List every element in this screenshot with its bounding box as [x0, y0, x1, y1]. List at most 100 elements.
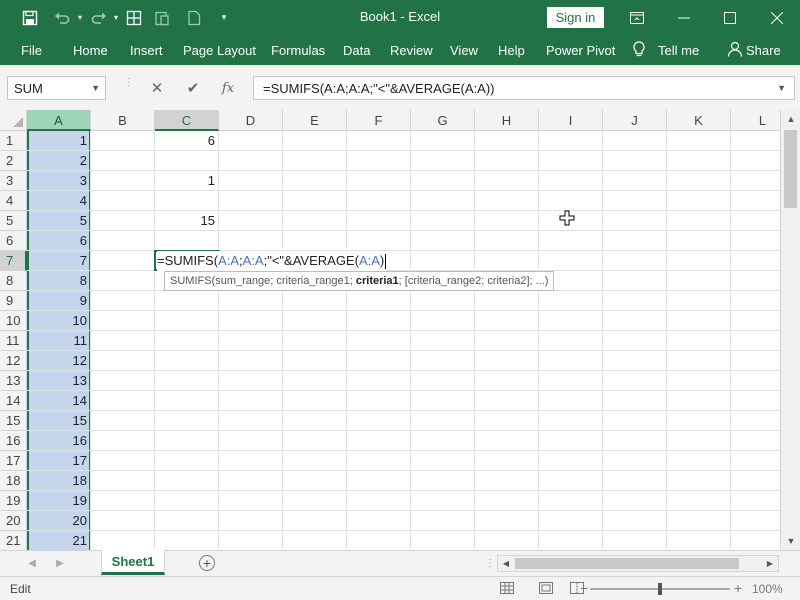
- close-icon[interactable]: [754, 0, 800, 35]
- row-header-3[interactable]: 3: [0, 171, 27, 191]
- column-header-f[interactable]: F: [347, 110, 411, 131]
- chevron-down-icon[interactable]: ▼: [91, 83, 100, 93]
- cell-a10[interactable]: 10: [29, 311, 87, 331]
- column-header-a[interactable]: A: [27, 110, 91, 131]
- cell-a15[interactable]: 15: [29, 411, 87, 431]
- row-header-18[interactable]: 18: [0, 471, 27, 491]
- tab-home[interactable]: Home: [73, 43, 108, 58]
- tab-split-handle[interactable]: ⋮: [485, 558, 495, 569]
- cell-a14[interactable]: 14: [29, 391, 87, 411]
- row-header-14[interactable]: 14: [0, 391, 27, 411]
- row-header-7[interactable]: 7: [0, 251, 27, 271]
- cell-a11[interactable]: 11: [29, 331, 88, 351]
- formula-input[interactable]: =SUMIFS(A:A;A:A;"<"&AVERAGE(A:A)) ▼: [253, 76, 795, 100]
- cancel-icon[interactable]: ✕: [145, 78, 169, 98]
- column-header-b[interactable]: B: [91, 110, 155, 131]
- select-all-corner[interactable]: [0, 110, 27, 131]
- tell-me-search[interactable]: Tell me: [658, 43, 699, 58]
- cell-a18[interactable]: 18: [29, 471, 87, 491]
- ribbon-display-options-icon[interactable]: [614, 0, 660, 35]
- column-header-g[interactable]: G: [411, 110, 475, 131]
- horizontal-scroll-thumb[interactable]: [515, 558, 739, 569]
- zoom-slider-knob[interactable]: [658, 583, 662, 595]
- save-icon[interactable]: [18, 0, 42, 35]
- tab-power-pivot[interactable]: Power Pivot: [546, 43, 615, 58]
- scroll-left-icon[interactable]: ◀: [498, 556, 514, 571]
- zoom-level[interactable]: 100%: [752, 582, 783, 596]
- column-header-d[interactable]: D: [219, 110, 283, 131]
- worksheet-grid[interactable]: ABCDEFGHIJKL 1 2 3 4 5 6 7 8 9 10 11 12 13 14 15 16 17 18…: [0, 110, 780, 550]
- row-header-1[interactable]: 1: [0, 131, 27, 151]
- row-header-2[interactable]: 2: [0, 151, 27, 171]
- column-header-j[interactable]: J: [603, 110, 667, 131]
- column-header-c[interactable]: C: [155, 110, 219, 131]
- formula-bar-grip[interactable]: ⋮: [124, 78, 134, 95]
- cell-a3[interactable]: 3: [29, 171, 87, 191]
- row-header-16[interactable]: 16: [0, 431, 27, 451]
- next-sheet-icon[interactable]: ▶: [50, 556, 70, 572]
- cell-a5[interactable]: 5: [29, 211, 87, 231]
- prev-sheet-icon[interactable]: ◀: [22, 556, 42, 572]
- row-header-6[interactable]: 6: [0, 231, 27, 251]
- vertical-scroll-thumb[interactable]: [784, 130, 797, 208]
- cell-a7[interactable]: 7: [29, 251, 87, 271]
- cell-c5[interactable]: 15: [157, 211, 215, 231]
- vertical-scrollbar[interactable]: ▲ ▼: [780, 110, 800, 550]
- tab-formulas[interactable]: Formulas: [271, 43, 325, 58]
- cell-c1[interactable]: 6: [157, 131, 215, 151]
- new-sheet-button[interactable]: +: [199, 555, 215, 571]
- cell-editing-formula[interactable]: =SUMIFS(A:A;A:A;"<"&AVERAGE(A:A): [157, 251, 387, 271]
- minimize-icon[interactable]: [661, 0, 707, 35]
- column-header-l[interactable]: L: [731, 110, 780, 131]
- enter-check-icon[interactable]: ✔: [181, 78, 205, 98]
- cell-a1[interactable]: 1: [29, 131, 87, 151]
- tab-help[interactable]: Help: [498, 43, 525, 58]
- undo-dropdown-icon[interactable]: ▾: [74, 0, 86, 35]
- cell-a16[interactable]: 16: [29, 431, 87, 451]
- scroll-down-icon[interactable]: ▼: [781, 532, 800, 550]
- row-header-11[interactable]: 11: [0, 331, 27, 351]
- redo-dropdown-icon[interactable]: ▾: [111, 0, 121, 35]
- cell-a19[interactable]: 19: [29, 491, 87, 511]
- scroll-up-icon[interactable]: ▲: [781, 110, 800, 128]
- sign-in-button[interactable]: Sign in: [547, 7, 604, 28]
- tab-page-layout[interactable]: Page Layout: [183, 43, 256, 58]
- tab-file[interactable]: File: [21, 43, 42, 58]
- column-header-k[interactable]: K: [667, 110, 731, 131]
- horizontal-scrollbar[interactable]: ◀ ▶: [497, 555, 779, 572]
- redo-icon[interactable]: [87, 0, 111, 35]
- normal-view-icon[interactable]: [499, 581, 517, 597]
- column-header-i[interactable]: I: [539, 110, 603, 131]
- customize-toolbar-icon[interactable]: ▾: [216, 0, 232, 35]
- tab-insert[interactable]: Insert: [130, 43, 163, 58]
- zoom-slider[interactable]: [590, 583, 730, 595]
- page-layout-view-icon[interactable]: [538, 581, 556, 597]
- row-header-12[interactable]: 12: [0, 351, 27, 371]
- share-button[interactable]: Share: [746, 43, 781, 58]
- scroll-right-icon[interactable]: ▶: [762, 556, 778, 571]
- cell-a17[interactable]: 17: [29, 451, 87, 471]
- row-header-20[interactable]: 20: [0, 511, 27, 531]
- zoom-out-icon[interactable]: −: [580, 580, 588, 596]
- name-box[interactable]: SUM ▼: [7, 76, 106, 100]
- cell-a6[interactable]: 6: [29, 231, 87, 251]
- sheet-tab-sheet1[interactable]: Sheet1: [101, 550, 165, 575]
- cell-a2[interactable]: 2: [29, 151, 87, 171]
- cell-a20[interactable]: 20: [29, 511, 87, 531]
- cell-a4[interactable]: 4: [29, 191, 87, 211]
- document-icon[interactable]: [182, 0, 206, 35]
- row-header-4[interactable]: 4: [0, 191, 27, 211]
- tab-view[interactable]: View: [450, 43, 478, 58]
- row-header-5[interactable]: 5: [0, 211, 27, 231]
- cell-a12[interactable]: 12: [29, 351, 87, 371]
- row-header-19[interactable]: 19: [0, 491, 27, 511]
- maximize-icon[interactable]: [707, 0, 753, 35]
- tab-review[interactable]: Review: [390, 43, 433, 58]
- paste-values-icon[interactable]: [150, 0, 174, 35]
- row-header-15[interactable]: 15: [0, 411, 27, 431]
- row-header-10[interactable]: 10: [0, 311, 27, 331]
- zoom-in-icon[interactable]: +: [734, 580, 742, 596]
- insert-function-icon[interactable]: fx: [216, 78, 240, 98]
- row-header-13[interactable]: 13: [0, 371, 27, 391]
- cell-a21[interactable]: 21: [29, 531, 87, 550]
